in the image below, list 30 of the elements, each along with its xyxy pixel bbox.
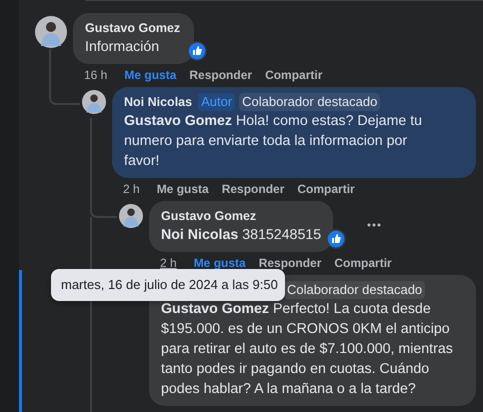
- author-badge: Colaborador destacado: [239, 93, 380, 111]
- comment-time-link[interactable]: 2 h: [160, 255, 177, 271]
- like-reaction-icon[interactable]: [187, 41, 208, 61]
- share-link[interactable]: Compartir: [297, 181, 355, 197]
- author-badge: Colaborador destacado: [284, 281, 426, 299]
- reply-link[interactable]: Responder: [189, 67, 252, 83]
- share-link[interactable]: Compartir: [265, 67, 322, 83]
- avatar[interactable]: [35, 16, 67, 48]
- reply-link[interactable]: Responder: [222, 181, 284, 197]
- comment-text: Noi Nicolas 3815248515: [161, 226, 322, 245]
- author-name[interactable]: Noi Nicolas: [124, 95, 192, 109]
- comment-time-link[interactable]: 2 h: [123, 181, 140, 197]
- like-link[interactable]: Me gusta: [124, 67, 176, 83]
- avatar[interactable]: [82, 90, 106, 114]
- comment-text: Información: [85, 38, 160, 57]
- author-name[interactable]: Gustavo Gomez: [85, 21, 180, 35]
- more-options-icon[interactable]: [367, 223, 382, 227]
- avatar[interactable]: [119, 204, 143, 228]
- comment-text: Gustavo Gomez Hola! como estas? Dejame tu numero para enviarte toda la informacion por favor!: [124, 112, 424, 171]
- author-badge: Autor: [198, 93, 236, 111]
- reply-link[interactable]: Responder: [258, 255, 322, 271]
- author-name[interactable]: Gustavo Gomez: [161, 209, 256, 223]
- comment-text: Gustavo Gomez Perfecto! La cuota desde $195.000. es de un CRONOS 0KM el anticipo para retirar el auto es de $7.100.000, mientras tanto podes ir pagando en cuotas. Cuándo podes hablar? A la mañana o a la tarde?: [161, 300, 454, 399]
- like-link[interactable]: Me gusta: [156, 181, 209, 197]
- like-link[interactable]: Me gusta: [194, 255, 246, 271]
- timestamp-tooltip: martes, 16 de julio de 2024 a las 9:50: [51, 269, 285, 301]
- like-reaction-icon[interactable]: [326, 229, 346, 249]
- thread-line: [49, 49, 80, 105]
- share-link[interactable]: Compartir: [334, 255, 392, 271]
- comment-time-link[interactable]: 16 h: [84, 67, 108, 83]
